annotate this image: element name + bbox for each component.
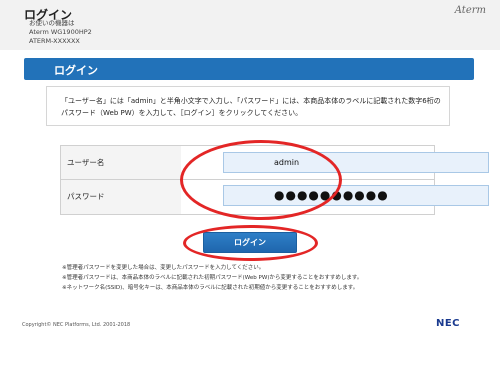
header: ログイン お使いの機器は Aterm WG1900HP2 ATERM-XXXXX… (0, 0, 500, 50)
note-item: ※ネットワーク名(SSID)、暗号化キーは、本商品本体のラベルに記載された初期値… (62, 285, 359, 291)
instruction-box: 「ユーザー名」には「admin」と半角小文字で入力し、「パスワード」には、本商品… (46, 86, 450, 126)
aterm-logo: Aterm (454, 5, 486, 16)
section-title-bar: ログイン (24, 58, 474, 80)
password-label: パスワード (61, 180, 181, 214)
annotation-ring-button (183, 225, 318, 261)
notes: ※管理者パスワードを変更した場合は、変更したパスワードを入力してください。 ※管… (62, 263, 482, 293)
instruction-text: 「ユーザー名」には「admin」と半角小文字で入力し、「パスワード」には、本商品… (61, 97, 441, 117)
note-item: ※管理者パスワードは、本商品本体のラベルに記載された初期パスワード(Web PW… (62, 275, 363, 281)
nec-logo: NEC (435, 318, 460, 329)
section-title: ログイン (54, 64, 98, 77)
login-page: ログイン お使いの機器は Aterm WG1900HP2 ATERM-XXXXX… (0, 0, 500, 372)
copyright: Copyright© NEC Platforms, Ltd. 2001-2018 (22, 322, 131, 328)
note-item: ※管理者パスワードを変更した場合は、変更したパスワードを入力してください。 (62, 265, 265, 271)
device-ssid: ATERM-XXXXXX (29, 37, 80, 45)
annotation-ring-form (180, 140, 342, 220)
username-label: ユーザー名 (61, 146, 181, 179)
device-caption: お使いの機器は (29, 19, 75, 27)
device-model: Aterm WG1900HP2 (29, 28, 92, 36)
